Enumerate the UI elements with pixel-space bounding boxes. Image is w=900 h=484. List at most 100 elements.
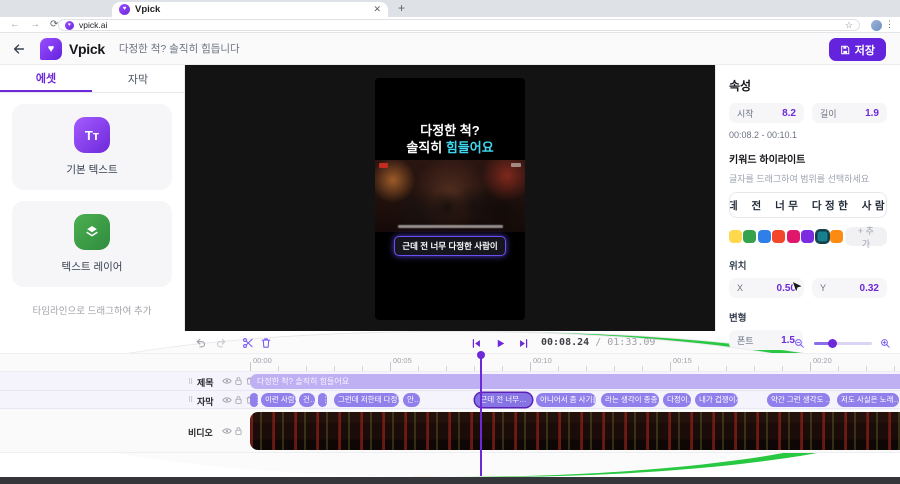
subtitle-clip[interactable]: ⋮ xyxy=(318,393,327,407)
subtitle-clip[interactable]: 라는 생각이 종종 드… xyxy=(601,393,659,407)
zoom-out-icon[interactable] xyxy=(792,336,806,350)
bookmark-star-icon[interactable]: ☆ xyxy=(845,20,853,31)
video-title-line1: 다정한 척? xyxy=(375,122,525,139)
subtitle-clip[interactable]: 이런 사람이… xyxy=(261,393,296,407)
subtitle-clip[interactable]: ⋮ xyxy=(250,393,258,407)
tab-close-icon[interactable]: ✕ xyxy=(373,4,381,15)
color-swatch-yellow[interactable] xyxy=(729,230,742,243)
sidebar-hint: 타임라인으로 드래그하여 추가 xyxy=(0,303,184,317)
subtitle-clip[interactable]: 안… xyxy=(403,393,420,407)
eye-icon[interactable] xyxy=(222,395,232,405)
subtitle-clip[interactable]: 약간 그런 생각도 … xyxy=(767,393,830,407)
total-time: 01:33.09 xyxy=(607,337,655,348)
drag-handle-icon[interactable]: ⠿ xyxy=(188,378,193,386)
timeline-ruler[interactable]: 00:00 00:05 00:10 00:15 00:20 xyxy=(0,354,900,372)
tab-title: Vpick xyxy=(135,4,368,15)
ruler-label-0: 00:00 xyxy=(253,356,272,365)
color-swatch-purple[interactable] xyxy=(801,230,814,243)
play-icon[interactable] xyxy=(493,336,507,350)
new-tab-button[interactable]: + xyxy=(398,1,405,15)
length-field[interactable]: 길이 1.9 xyxy=(812,103,887,123)
eye-icon[interactable] xyxy=(222,426,232,436)
browser-menu-icon[interactable]: ⋮ xyxy=(885,19,894,30)
vpick-favicon-icon: ♥ xyxy=(119,4,130,15)
color-swatch-teal-selected[interactable] xyxy=(816,230,829,243)
track-title-label: 제목 xyxy=(197,376,214,389)
eye-icon[interactable] xyxy=(222,376,232,386)
subtitle-clip[interactable]: 저도 사실은 노래… xyxy=(837,393,899,407)
tab-assets[interactable]: 에셋 xyxy=(0,65,92,92)
ruler-label-3: 00:15 xyxy=(673,356,692,365)
color-swatch-green[interactable] xyxy=(743,230,756,243)
app-name: Vpick xyxy=(69,41,105,57)
x-label: X xyxy=(737,283,743,293)
lock-icon[interactable] xyxy=(234,426,244,436)
video-preview[interactable]: 다정한 척? 솔직히 힘들어요 근데 전 너무 다정한 사람이 xyxy=(375,78,525,320)
add-keyword-button[interactable]: + 추가 xyxy=(845,227,887,246)
timeline-zoom-slider[interactable] xyxy=(814,342,872,345)
y-value: 0.32 xyxy=(860,283,879,294)
color-swatch-blue[interactable] xyxy=(758,230,771,243)
time-display: 00:08.24 / 01:33.09 xyxy=(541,337,655,348)
title-clip[interactable]: 다정한 척? 솔직히 힘들어요 xyxy=(250,374,900,389)
video-clip-filmstrip[interactable] xyxy=(250,412,900,450)
video-title-overlay: 다정한 척? 솔직히 힘들어요 xyxy=(375,122,525,156)
playhead-line[interactable] xyxy=(480,356,482,476)
position-label: 위치 xyxy=(729,258,887,272)
skip-start-icon[interactable] xyxy=(469,336,483,350)
broadcast-logo-left xyxy=(379,163,388,168)
tab-subtitles[interactable]: 자막 xyxy=(92,65,184,92)
back-icon[interactable]: ← xyxy=(10,19,20,30)
profile-avatar[interactable] xyxy=(871,20,882,31)
vpick-logo-icon[interactable]: ♥ xyxy=(40,38,62,60)
ruler-label-1: 00:05 xyxy=(393,356,412,365)
subtitle-clip[interactable]: 건… xyxy=(299,393,315,407)
url-text: vpick.ai xyxy=(79,20,840,30)
frame-subtitle-strip xyxy=(398,225,503,228)
selected-caption-box[interactable]: 근데 전 너무 다정한 사람이 xyxy=(394,236,505,256)
start-value: 8.2 xyxy=(782,108,796,119)
length-value: 1.9 xyxy=(865,108,879,119)
color-swatch-pink[interactable] xyxy=(787,230,800,243)
subtitle-clip[interactable]: 다정이… xyxy=(663,393,691,407)
undo-icon[interactable] xyxy=(194,336,208,350)
skip-end-icon[interactable] xyxy=(516,336,530,350)
redo-icon[interactable] xyxy=(214,336,228,350)
forward-icon[interactable]: → xyxy=(30,19,40,30)
browser-tab[interactable]: ♥ Vpick ✕ xyxy=(112,2,388,17)
address-bar[interactable]: ♥ vpick.ai ☆ xyxy=(58,19,860,31)
subtitle-clip[interactable]: 아니어서 좀 사기를… xyxy=(536,393,596,407)
zoom-in-icon[interactable] xyxy=(878,336,892,350)
color-swatch-orange[interactable] xyxy=(830,230,843,243)
current-time: 00:08.24 xyxy=(541,337,589,348)
split-scissors-icon[interactable] xyxy=(241,336,255,350)
subtitle-clip-selected[interactable]: 근데 전 너무… xyxy=(475,393,532,407)
subtitle-clip[interactable]: 그런데 저한테 다정한 노… xyxy=(334,393,399,407)
save-floppy-icon xyxy=(840,45,850,55)
length-label: 길이 xyxy=(820,107,837,120)
position-y-field[interactable]: Y 0.32 xyxy=(812,278,887,298)
mouse-cursor xyxy=(791,280,804,296)
keyword-select-box[interactable]: 근데 전 너무 다정한 사람이 xyxy=(729,192,887,218)
app-window: ♥ Vpick ✕ + ← → ⟳ ♥ vpick.ai ☆ ⋮ ♥ Vpick… xyxy=(0,0,900,484)
text-layer-card[interactable]: 텍스트 레이어 xyxy=(12,201,172,287)
subtitle-clip[interactable]: 내가 겁쟁이지… xyxy=(695,393,738,407)
assets-sidebar: 에셋 자막 Tт 기본 텍스트 텍스트 레이어 타임라인으로 드래그하여 추가 xyxy=(0,65,185,331)
transform-label: 변형 xyxy=(729,310,887,324)
basic-text-card[interactable]: Tт 기본 텍스트 xyxy=(12,104,172,190)
save-button[interactable]: 저장 xyxy=(829,38,886,61)
properties-panel: 속성 시작 8.2 길이 1.9 00:08.2 - 00:10.1 키워드 하… xyxy=(715,65,900,331)
lock-icon[interactable] xyxy=(234,376,244,386)
drag-handle-icon[interactable]: ⠿ xyxy=(188,396,193,404)
ruler-label-2: 00:10 xyxy=(533,356,552,365)
color-swatch-red[interactable] xyxy=(772,230,785,243)
sidebar-tabs: 에셋 자막 xyxy=(0,65,184,93)
zoom-slider-thumb[interactable] xyxy=(828,339,837,348)
keyword-highlight-title: 키워드 하이라이트 xyxy=(729,151,887,166)
app-back-button[interactable] xyxy=(12,42,26,56)
start-label: 시작 xyxy=(737,107,754,120)
start-field[interactable]: 시작 8.2 xyxy=(729,103,804,123)
window-bottom-edge xyxy=(0,477,900,484)
lock-icon[interactable] xyxy=(234,395,244,405)
delete-clip-icon[interactable] xyxy=(259,336,273,350)
